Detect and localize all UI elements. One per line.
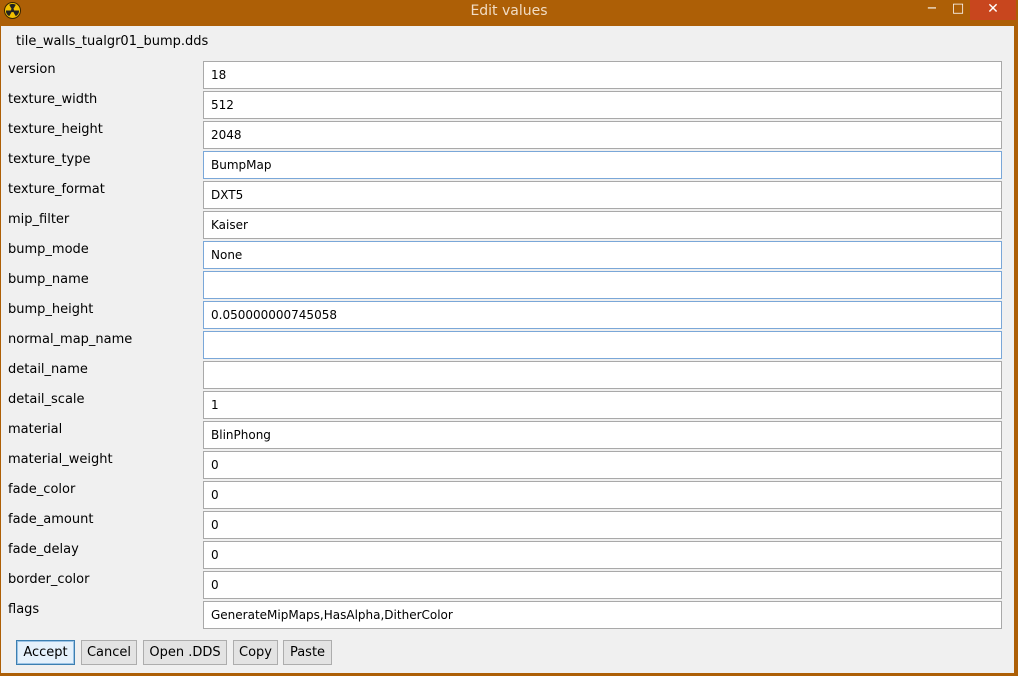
- fade-amount-field[interactable]: [203, 511, 1002, 539]
- border-color-field[interactable]: [203, 571, 1002, 599]
- texture-format-field[interactable]: [203, 181, 1002, 209]
- normal-map-name-field[interactable]: [203, 331, 1002, 359]
- minimize-button[interactable]: −: [921, 0, 943, 20]
- bump-mode-field[interactable]: [203, 241, 1002, 269]
- close-button[interactable]: ✕: [970, 0, 1016, 20]
- title-bar[interactable]: Edit values − □ ✕: [0, 0, 1018, 24]
- maximize-button[interactable]: □: [947, 0, 969, 20]
- cancel-button[interactable]: Cancel: [81, 640, 137, 665]
- field-label: normal_map_name: [8, 332, 133, 347]
- texture-height-field[interactable]: [203, 121, 1002, 149]
- dialog-client-area: tile_walls_tualgr01_bump.dds version tex…: [1, 26, 1014, 673]
- field-label: bump_name: [8, 272, 89, 287]
- field-label: detail_name: [8, 362, 88, 377]
- field-label: texture_format: [8, 182, 105, 197]
- field-label: mip_filter: [8, 212, 70, 227]
- copy-button[interactable]: Copy: [233, 640, 278, 665]
- open-dds-button[interactable]: Open .DDS: [143, 640, 227, 665]
- field-label: texture_type: [8, 152, 91, 167]
- field-label: bump_height: [8, 302, 94, 317]
- texture-type-field[interactable]: [203, 151, 1002, 179]
- field-label: material: [8, 422, 63, 437]
- paste-button[interactable]: Paste: [283, 640, 332, 665]
- file-name-label: tile_walls_tualgr01_bump.dds: [16, 34, 209, 49]
- field-label: texture_height: [8, 122, 103, 137]
- field-label: fade_amount: [8, 512, 94, 527]
- field-label: flags: [8, 602, 40, 617]
- field-label: material_weight: [8, 452, 113, 467]
- edit-values-window: Edit values − □ ✕ tile_walls_tualgr01_bu…: [0, 0, 1018, 676]
- bump-height-field[interactable]: [203, 301, 1002, 329]
- field-label: fade_delay: [8, 542, 79, 557]
- fade-color-field[interactable]: [203, 481, 1002, 509]
- window-title: Edit values: [470, 3, 548, 19]
- detail-scale-field[interactable]: [203, 391, 1002, 419]
- accept-button[interactable]: Accept: [16, 640, 75, 665]
- field-label: bump_mode: [8, 242, 89, 257]
- field-label: texture_width: [8, 92, 98, 107]
- flags-field[interactable]: [203, 601, 1002, 629]
- texture-width-field[interactable]: [203, 91, 1002, 119]
- mip-filter-field[interactable]: [203, 211, 1002, 239]
- material-field[interactable]: [203, 421, 1002, 449]
- field-label: version: [8, 62, 56, 77]
- field-label: fade_color: [8, 482, 76, 497]
- version-field[interactable]: [203, 61, 1002, 89]
- fade-delay-field[interactable]: [203, 541, 1002, 569]
- bump-name-field[interactable]: [203, 271, 1002, 299]
- material-weight-field[interactable]: [203, 451, 1002, 479]
- field-label: border_color: [8, 572, 90, 587]
- detail-name-field[interactable]: [203, 361, 1002, 389]
- field-label: detail_scale: [8, 392, 85, 407]
